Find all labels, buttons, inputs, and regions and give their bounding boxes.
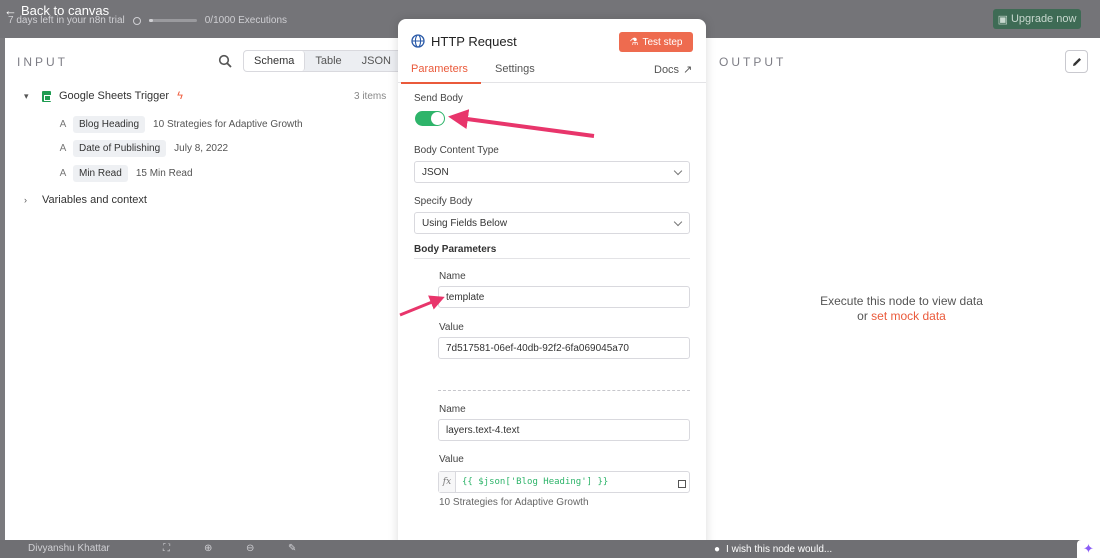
node-tabs: Parameters Settings Docs ↗ [398, 57, 706, 84]
bolt-icon: ϟ [177, 90, 183, 102]
schema-field[interactable]: A Min Read 15 Min Read [55, 164, 193, 182]
field-name[interactable]: Blog Heading [73, 115, 146, 133]
fx-icon: fx [439, 472, 456, 492]
schema-field[interactable]: A Date of Publishing July 8, 2022 [55, 139, 228, 157]
trial-text: 7 days left in your n8n trial [8, 15, 125, 26]
test-step-label: Test step [642, 36, 683, 48]
chevron-down-icon[interactable]: ▾ [24, 91, 34, 102]
param-value-input[interactable]: 7d517581-06ef-40db-92f2-6fa069045a70 [438, 337, 690, 359]
field-value: 10 Strategies for Adaptive Growth [153, 118, 303, 130]
select-value: Using Fields Below [422, 217, 508, 229]
lightbulb-icon: ● [714, 543, 721, 555]
select-value: JSON [422, 166, 449, 178]
string-type-icon: A [59, 142, 67, 154]
variables-label: Variables and context [42, 194, 147, 206]
clock-icon [132, 16, 141, 25]
tab-schema[interactable]: Schema [244, 51, 306, 71]
google-sheets-icon [42, 90, 51, 102]
field-name[interactable]: Date of Publishing [73, 139, 167, 157]
send-body-toggle[interactable] [415, 111, 445, 126]
string-type-icon: A [59, 167, 67, 179]
docs-label: Docs [654, 63, 680, 76]
user-name[interactable]: Divyanshu Khattar [28, 543, 110, 554]
param-value-label: Value [439, 454, 464, 465]
tab-json[interactable]: JSON [352, 51, 401, 71]
send-body-label: Send Body [414, 93, 463, 104]
docs-link[interactable]: Docs ↗ [654, 63, 693, 77]
executions-progress [148, 19, 197, 22]
upgrade-label: Upgrade now [1010, 13, 1077, 25]
schema-field[interactable]: A Blog Heading 10 Strategies for Adaptiv… [55, 115, 303, 133]
zoom-out-icon[interactable]: ⊖ [246, 543, 258, 555]
body-content-type-label: Body Content Type [414, 145, 499, 156]
executions-text: 0/1000 Executions [204, 15, 288, 26]
body-parameters-label: Body Parameters [414, 244, 497, 255]
param-name-label: Name [439, 271, 466, 282]
tidy-up-icon[interactable]: ✎ [288, 543, 300, 555]
sparkle-icon[interactable]: ✦ [1077, 540, 1100, 558]
param-name-input[interactable]: template [438, 286, 690, 308]
or-text: or [857, 309, 868, 323]
http-request-node-panel: HTTP Request ⚗ Test step Parameters Sett… [398, 19, 706, 558]
variables-row[interactable]: › Variables and context [24, 194, 147, 206]
pencil-icon [1072, 57, 1081, 66]
string-type-icon: A [59, 118, 67, 130]
expression-code[interactable]: {{ $json['Blog Heading'] }} [456, 472, 608, 492]
zoom-in-icon[interactable]: ⊕ [204, 543, 216, 555]
param-value-label: Value [439, 322, 464, 333]
gift-icon: ▣ [997, 13, 1008, 26]
output-empty-state: Execute this node to view data or set mo… [800, 294, 1003, 324]
node-title[interactable]: HTTP Request [431, 34, 517, 49]
input-title: INPUT [17, 55, 68, 69]
toggle-knob [431, 112, 444, 125]
output-message: Execute this node to view data [820, 294, 983, 308]
test-step-button[interactable]: ⚗ Test step [619, 32, 693, 52]
expand-editor-icon[interactable] [678, 480, 686, 488]
tab-settings[interactable]: Settings [495, 63, 535, 75]
chevron-down-icon [673, 166, 683, 176]
fit-view-icon[interactable]: ⛶ [163, 543, 175, 555]
field-value: July 8, 2022 [174, 142, 229, 154]
tab-parameters[interactable]: Parameters [411, 63, 468, 75]
external-link-icon: ↗ [683, 64, 693, 76]
search-icon[interactable] [218, 54, 232, 68]
wish-text: I wish this node would... [726, 543, 833, 555]
field-name[interactable]: Min Read [73, 164, 128, 182]
trigger-row[interactable]: ▾ Google Sheets Trigger ϟ [24, 90, 183, 102]
edit-output-button[interactable] [1065, 50, 1088, 73]
body-content-type-select[interactable]: JSON [414, 161, 690, 183]
param-name-input[interactable]: layers.text-4.text [438, 419, 690, 441]
specify-body-select[interactable]: Using Fields Below [414, 212, 690, 234]
node-header: HTTP Request ⚗ Test step Parameters Sett… [398, 19, 706, 84]
chevron-down-icon [673, 217, 683, 227]
trigger-name: Google Sheets Trigger [59, 90, 170, 102]
field-value: 15 Min Read [135, 167, 193, 179]
input-view-tabs: Schema Table JSON [243, 50, 402, 72]
param-expression-input[interactable]: fx {{ $json['Blog Heading'] }} [438, 471, 690, 493]
flask-icon: ⚗ [629, 36, 639, 48]
param-name-label: Name [439, 404, 466, 415]
active-tab-indicator [401, 82, 481, 84]
trial-info: 7 days left in your n8n trial 0/1000 Exe… [8, 15, 287, 26]
set-mock-data-link[interactable]: set mock data [871, 309, 946, 323]
feedback-prompt[interactable]: ● I wish this node would... [714, 540, 832, 558]
globe-icon [411, 34, 425, 48]
tab-table[interactable]: Table [305, 51, 351, 71]
param-separator [438, 390, 690, 391]
items-count: 3 items [354, 91, 387, 102]
output-title: OUTPUT [719, 55, 787, 69]
chevron-right-icon[interactable]: › [24, 195, 34, 205]
specify-body-label: Specify Body [414, 196, 473, 207]
canvas-bottom-bar: Divyanshu Khattar ⛶ ⊕ ⊖ ✎ [0, 540, 1100, 558]
upgrade-button[interactable]: ▣ Upgrade now [993, 9, 1081, 29]
expression-preview: 10 Strategies for Adaptive Growth [439, 497, 589, 508]
divider [414, 258, 690, 259]
